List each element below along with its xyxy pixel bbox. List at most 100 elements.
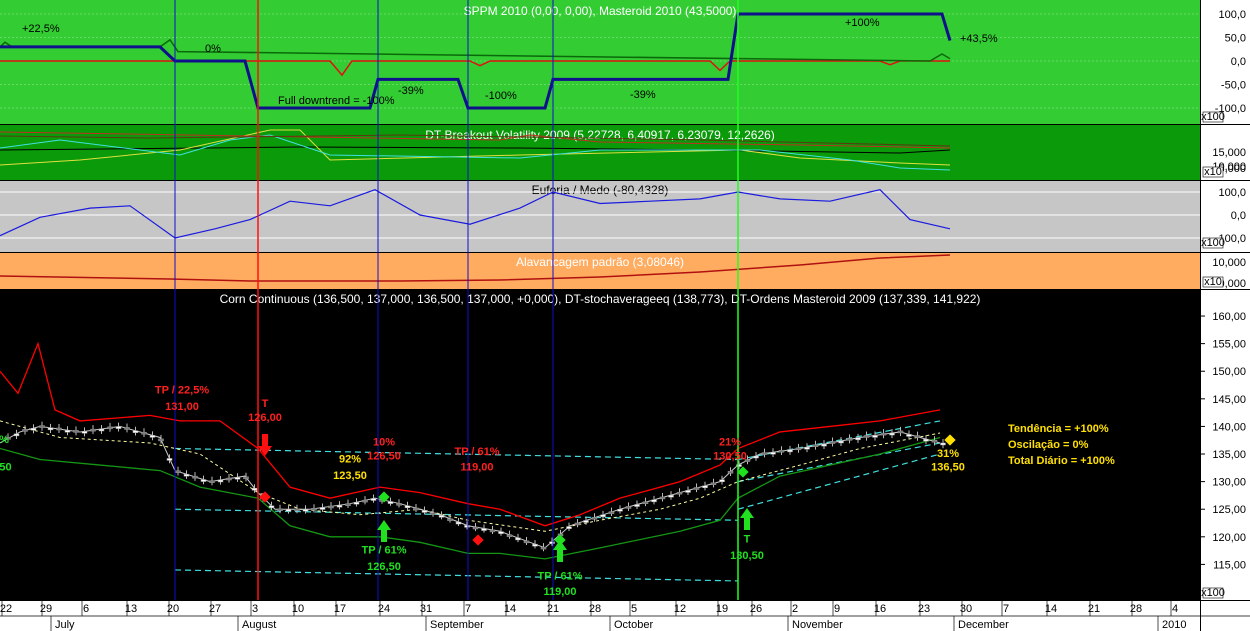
candle-body [294, 508, 300, 512]
candle-body [515, 537, 521, 541]
date-tick: 12 [674, 603, 686, 615]
candle-body [795, 447, 802, 451]
candle-body [421, 510, 428, 513]
date-tick: 30 [960, 603, 972, 615]
candle-body [634, 504, 640, 507]
candle-body [855, 437, 861, 441]
candle-body [64, 429, 71, 433]
candle-body [47, 427, 54, 431]
candle-body [812, 444, 819, 447]
trade-annotation-green: TP / 61% [537, 570, 582, 582]
date-tick: 3 [252, 603, 258, 615]
sppm-annotation: -100% [485, 90, 517, 102]
candle-body [625, 506, 632, 509]
candle-body [685, 490, 691, 493]
candle-body [353, 502, 360, 505]
date-tick: 23 [918, 603, 930, 615]
candle-body [73, 430, 79, 433]
euforia-y-tick: 100,0 [1218, 187, 1246, 199]
date-tick: 6 [83, 603, 89, 615]
candle-body [914, 435, 921, 438]
scale-tag-label: x100 [1201, 237, 1225, 249]
candle-body [430, 512, 436, 515]
trade-annotation-green: 126,50 [367, 561, 401, 573]
alavancagem-y-tick: 10,000 [1212, 257, 1246, 269]
trade-annotation-green: 119,00 [543, 586, 576, 598]
candle-body [804, 446, 810, 450]
trade-annotation-green: 130,50 [730, 550, 764, 562]
candle-body [923, 438, 929, 442]
candle-body [362, 499, 368, 503]
euforia-y-tick: 0,0 [1231, 210, 1246, 222]
candle-body [39, 425, 45, 428]
candle-body [566, 526, 572, 529]
trade-annotation-red: 131,00 [165, 401, 199, 413]
sppm-annotation: 0% [205, 43, 221, 55]
euforia-title: Euforia / Medo (-80,4328) [532, 183, 669, 197]
trade-annotation-red: TP / 22,5% [155, 384, 209, 396]
date-tick: 28 [1130, 603, 1142, 615]
trade-annotation-red: 10% [373, 437, 395, 449]
candle-body [455, 521, 462, 525]
candle-body [668, 494, 674, 498]
price-y-tick: 115,00 [1213, 559, 1246, 571]
candle-body [90, 428, 96, 432]
candle-body [141, 431, 147, 435]
candle-body [447, 518, 453, 521]
candle-body [175, 470, 181, 474]
candle-body [464, 525, 470, 528]
date-tick: 27 [209, 603, 221, 615]
candle-body [370, 498, 377, 501]
date-tick: 16 [874, 603, 886, 615]
candle-body [880, 432, 887, 436]
date-tick: 5 [631, 603, 637, 615]
candle-body [481, 528, 487, 531]
date-tick: 13 [125, 603, 137, 615]
candle-body [872, 435, 878, 438]
summary-daily-total: Total Diário = +100% [1008, 455, 1115, 467]
candle-body [285, 508, 292, 512]
sppm-annotation: +43,5% [960, 33, 998, 45]
trade-annotation-yellow: 136,50 [931, 462, 965, 474]
price-y-tick: 160,00 [1212, 311, 1246, 323]
date-tick: 14 [504, 603, 516, 615]
candle-body [183, 473, 190, 477]
date-tick: 26 [750, 603, 762, 615]
candle-body [132, 430, 139, 433]
summary-trend: Tendência = +100% [1008, 423, 1109, 435]
candle-body [472, 526, 479, 530]
candle-body [396, 503, 402, 506]
sppm-y-tick: 100,0 [1218, 9, 1246, 21]
date-tick: 10 [292, 603, 304, 615]
trade-annotation-green: TP / 61% [361, 544, 406, 556]
candle-body [438, 515, 445, 518]
candle-body [659, 496, 666, 500]
candle-body [166, 458, 173, 461]
sppm-y-tick: -50,0 [1221, 80, 1246, 92]
candle-body [574, 522, 581, 526]
scale-tag-label: x10 [1204, 276, 1222, 288]
candle-body [838, 440, 844, 444]
candle-body [158, 438, 164, 442]
candle-body [413, 507, 419, 511]
candle-body [727, 470, 734, 474]
trade-annotation-red: TP / 61% [454, 446, 499, 458]
candle-body [404, 505, 411, 509]
price-y-tick: 150,00 [1212, 366, 1246, 378]
price-y-tick: 135,00 [1212, 449, 1246, 461]
date-tick: 9 [834, 603, 840, 615]
candle-body [829, 441, 836, 444]
trade-annotation-red: T [262, 398, 269, 410]
candle-body [931, 439, 938, 443]
candle-body [897, 430, 904, 434]
month-label: July [55, 619, 75, 631]
candle-body [693, 487, 700, 490]
date-tick: 7 [1003, 603, 1009, 615]
candle-body [676, 491, 683, 495]
candle-body [770, 451, 776, 455]
sppm-annotation: Full downtrend = -100% [278, 95, 395, 107]
candle-body [489, 529, 496, 533]
trade-annotation-red: 119,00 [460, 462, 493, 474]
candle-body [719, 479, 725, 483]
candle-body [226, 477, 232, 481]
